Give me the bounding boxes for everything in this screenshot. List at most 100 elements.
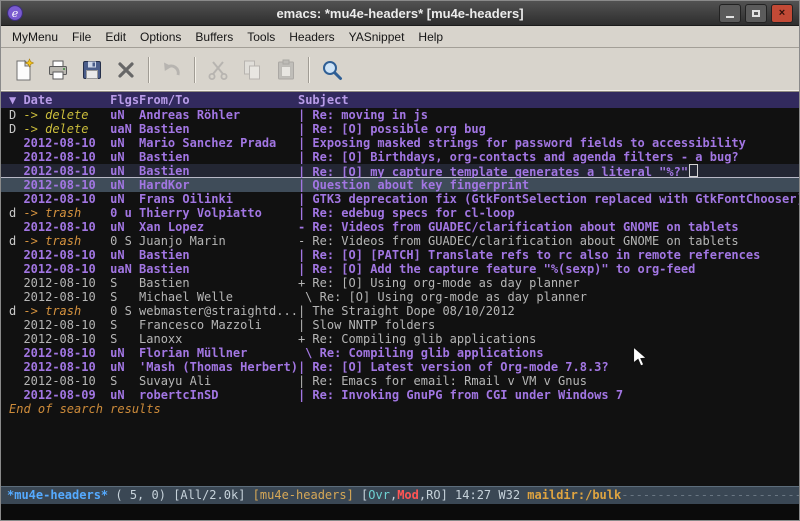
row-from: Bastien bbox=[139, 248, 298, 262]
row-from: Lanoxx bbox=[139, 332, 298, 346]
header-row[interactable]: 2012-08-10 S Francesco Mazzoli | Slow NN… bbox=[1, 318, 799, 332]
copy-button[interactable] bbox=[235, 54, 269, 86]
header-row[interactable]: 2012-08-10 uN Mario Sanchez Prada | Expo… bbox=[1, 136, 799, 150]
row-date: -> trash bbox=[23, 304, 110, 318]
menu-item-tools[interactable]: Tools bbox=[240, 27, 282, 47]
header-row[interactable]: D -> delete uN Andreas Röhler | Re: movi… bbox=[1, 108, 799, 122]
undo-button[interactable] bbox=[155, 54, 189, 86]
row-date: 2012-08-10 bbox=[23, 220, 110, 234]
mark-char bbox=[9, 164, 23, 178]
row-from: Frans Oilinki bbox=[139, 192, 298, 206]
row-date: 2012-08-10 bbox=[23, 136, 110, 150]
mark-char bbox=[9, 248, 23, 262]
row-from: Florian Müllner bbox=[139, 346, 298, 360]
row-flags: S bbox=[110, 276, 139, 290]
row-from: Bastien bbox=[139, 164, 298, 178]
copy-icon bbox=[240, 58, 264, 82]
header-row[interactable]: 2012-08-10 uN Bastien | Re: [O] my captu… bbox=[1, 164, 799, 178]
mark-char bbox=[9, 150, 23, 164]
row-from: Xan Lopez bbox=[139, 220, 298, 234]
print-button[interactable] bbox=[41, 54, 75, 86]
search-button[interactable] bbox=[315, 54, 349, 86]
paste-icon bbox=[274, 58, 298, 82]
row-date: 2012-08-10 bbox=[23, 374, 110, 388]
minimize-button[interactable] bbox=[719, 4, 741, 23]
mark-char bbox=[9, 262, 23, 276]
header-row[interactable]: d -> trash 0 S webmaster@straightd... | … bbox=[1, 304, 799, 318]
cut-button[interactable] bbox=[201, 54, 235, 86]
mode-line: *mu4e-headers* ( 5, 0) [All/2.0k] [mu4e-… bbox=[1, 486, 799, 504]
mark-char: D bbox=[9, 108, 23, 122]
row-flags: uN bbox=[110, 248, 139, 262]
menu-item-headers[interactable]: Headers bbox=[282, 27, 341, 47]
row-flags: S bbox=[110, 318, 139, 332]
paste-button[interactable] bbox=[269, 54, 303, 86]
row-flags: uN bbox=[110, 388, 139, 402]
undo-icon bbox=[160, 58, 184, 82]
header-row[interactable]: 2012-08-10 uN Florian Müllner \ Re: Comp… bbox=[1, 346, 799, 360]
header-row[interactable]: 2012-08-10 S Michael Welle \ Re: [O] Usi… bbox=[1, 290, 799, 304]
save-button[interactable] bbox=[75, 54, 109, 86]
row-flags: uN bbox=[110, 164, 139, 178]
header-row[interactable]: 2012-08-10 uN HardKor | Question about k… bbox=[1, 178, 799, 192]
close-button[interactable]: × bbox=[771, 4, 793, 23]
column-header-flags[interactable]: Flgs bbox=[110, 92, 139, 108]
modeline-segment-mode: [mu4e-headers] bbox=[253, 488, 354, 502]
cut-icon bbox=[206, 58, 230, 82]
echo-area[interactable] bbox=[1, 504, 799, 520]
row-flags: uaN bbox=[110, 262, 139, 276]
menu-item-options[interactable]: Options bbox=[133, 27, 188, 47]
header-row[interactable]: 2012-08-10 uN Bastien | Re: [O] [PATCH] … bbox=[1, 248, 799, 262]
row-subject: | Re: edebug specs for cl-loop bbox=[298, 206, 515, 220]
header-row[interactable]: 2012-08-10 uN Frans Oilinki | GTK3 depre… bbox=[1, 192, 799, 206]
window-buttons: × bbox=[719, 4, 793, 23]
header-row[interactable]: d -> trash 0 u Thierry Volpiatto | Re: e… bbox=[1, 206, 799, 220]
new-file-button[interactable] bbox=[7, 54, 41, 86]
menu-item-yasnippet[interactable]: YASnippet bbox=[342, 27, 412, 47]
header-row[interactable]: 2012-08-10 S Bastien + Re: [O] Using org… bbox=[1, 276, 799, 290]
menu-item-file[interactable]: File bbox=[65, 27, 98, 47]
menu-item-mymenu[interactable]: MyMenu bbox=[5, 27, 65, 47]
header-row[interactable]: 2012-08-10 S Suvayu Ali | Re: Emacs for … bbox=[1, 374, 799, 388]
header-row[interactable]: 2012-08-10 uN Bastien | Re: [O] Birthday… bbox=[1, 150, 799, 164]
row-from: Suvayu Ali bbox=[139, 374, 298, 388]
row-subject: | Re: [O] [PATCH] Translate refs to rc a… bbox=[298, 248, 760, 262]
row-subject: | The Straight Dope 08/10/2012 bbox=[298, 304, 515, 318]
new-file-icon bbox=[12, 58, 36, 82]
row-flags: S bbox=[110, 332, 139, 346]
row-from: Bastien bbox=[139, 262, 298, 276]
toolbar-separator bbox=[148, 57, 150, 83]
row-subject: + Re: [O] Using org-mode as day planner bbox=[298, 276, 580, 290]
toolbar bbox=[1, 48, 799, 92]
mark-char: D bbox=[9, 122, 23, 136]
row-subject: | Re: [O] possible org bug bbox=[298, 122, 486, 136]
row-from: Francesco Mazzoli bbox=[139, 318, 298, 332]
svg-text:e: e bbox=[12, 7, 19, 20]
row-subject: \ Re: [O] Using org-mode as day planner bbox=[298, 290, 587, 304]
row-subject: | Slow NNTP folders bbox=[298, 318, 435, 332]
close-buffer-button[interactable] bbox=[109, 54, 143, 86]
row-date: 2012-08-09 bbox=[23, 388, 110, 402]
header-row[interactable]: D -> delete uaN Bastien | Re: [O] possib… bbox=[1, 122, 799, 136]
row-date: -> delete bbox=[23, 108, 110, 122]
row-flags: uaN bbox=[110, 122, 139, 136]
maximize-button[interactable] bbox=[745, 4, 767, 23]
column-header-date[interactable]: ▼ Date bbox=[9, 92, 110, 108]
header-row[interactable]: 2012-08-10 uaN Bastien | Re: [O] Add the… bbox=[1, 262, 799, 276]
row-date: 2012-08-10 bbox=[23, 276, 110, 290]
titlebar: e emacs: *mu4e-headers* [mu4e-headers] × bbox=[1, 1, 799, 26]
header-row[interactable]: 2012-08-10 S Lanoxx + Re: Compiling glib… bbox=[1, 332, 799, 346]
mark-char: d bbox=[9, 206, 23, 220]
header-row[interactable]: 2012-08-10 uN Xan Lopez - Re: Videos fro… bbox=[1, 220, 799, 234]
row-flags: uN bbox=[110, 360, 139, 374]
header-row[interactable]: 2012-08-10 uN 'Mash (Thomas Herbert) | R… bbox=[1, 360, 799, 374]
column-header-subject[interactable]: Subject bbox=[298, 92, 799, 108]
header-row[interactable]: d -> trash 0 S Juanjo Marin - Re: Videos… bbox=[1, 234, 799, 248]
column-header-from[interactable]: From/To bbox=[139, 92, 298, 108]
header-row[interactable]: 2012-08-09 uN robertcInSD | Re: Invoking… bbox=[1, 388, 799, 402]
menu-item-help[interactable]: Help bbox=[411, 27, 450, 47]
menu-item-edit[interactable]: Edit bbox=[98, 27, 133, 47]
menu-item-buffers[interactable]: Buffers bbox=[188, 27, 240, 47]
row-date: 2012-08-10 bbox=[23, 346, 110, 360]
end-of-results-text: End of search results bbox=[1, 402, 799, 416]
